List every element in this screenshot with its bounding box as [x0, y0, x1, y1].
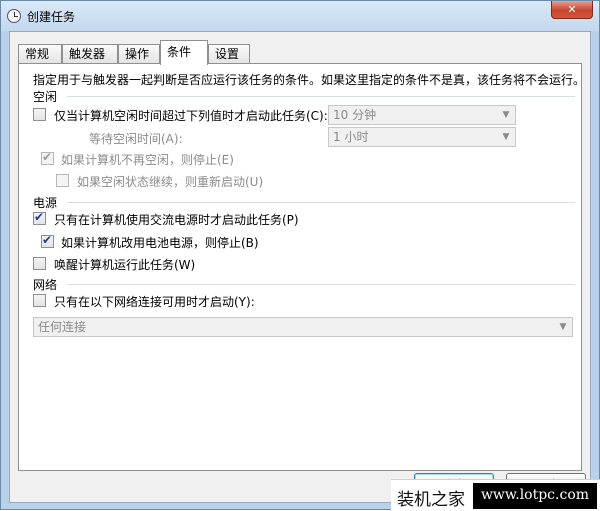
description-text: 指定用于与触发器一起判断是否应运行该任务的条件。如果这里指定的条件不是真，该任务…: [33, 73, 586, 87]
close-button[interactable]: ✕: [551, 1, 593, 19]
network-connection-select[interactable]: 任何连接 ▼: [33, 317, 573, 337]
conditions-panel: 指定用于与触发器一起判断是否应运行该任务的条件。如果这里指定的条件不是真，该任务…: [18, 63, 586, 471]
watermark: 装机之家 www.lotpc.com: [391, 479, 600, 511]
start-if-idle-checkbox[interactable]: [33, 108, 46, 121]
idle-separator: [67, 96, 575, 97]
stop-if-not-idle-checkbox[interactable]: [41, 150, 54, 165]
power-separator: [67, 202, 575, 203]
network-separator: [67, 284, 575, 285]
wait-idle-value: 1 小时: [333, 130, 369, 144]
chevron-down-icon: ▼: [502, 110, 510, 120]
tab-triggers[interactable]: 触发器: [62, 44, 118, 64]
close-icon: ✕: [567, 3, 577, 16]
network-only-checkbox[interactable]: [33, 294, 46, 307]
stop-on-battery-label[interactable]: 如果计算机改用电池电源，则停止(B): [61, 234, 259, 251]
clock-icon: [7, 9, 21, 23]
wake-to-run-label[interactable]: 唤醒计算机运行此任务(W): [54, 256, 195, 273]
window-title: 创建任务: [27, 10, 76, 24]
tab-settings[interactable]: 设置: [208, 44, 250, 64]
ac-power-only-checkbox[interactable]: [33, 210, 46, 225]
network-only-label[interactable]: 只有在以下网络连接可用时才启动(Y):: [54, 293, 255, 310]
tab-conditions[interactable]: 条件: [160, 40, 208, 65]
dialog-body: 常规 触发器 操作 条件 设置 指定用于与触发器一起判断是否应运行该任务的条件。…: [9, 31, 591, 503]
network-connection-value: 任何连接: [38, 320, 87, 334]
chevron-down-icon: ▼: [559, 322, 567, 332]
tab-general[interactable]: 常规: [18, 44, 62, 64]
stop-if-not-idle-label[interactable]: 如果计算机不再空闲，则停止(E): [61, 151, 234, 168]
create-task-window: 创建任务 ✕ 常规 触发器 操作 条件 设置 指定用于与触发器一起判断是否应运行…: [0, 0, 600, 511]
restart-if-idle-label[interactable]: 如果空闲状态继续，则重新启动(U): [77, 173, 263, 190]
wake-to-run-checkbox[interactable]: [33, 257, 46, 270]
watermark-url: www.lotpc.com: [473, 483, 597, 509]
tab-actions[interactable]: 操作: [118, 44, 160, 64]
network-header: 网络: [33, 278, 58, 292]
idle-duration-value: 10 分钟: [333, 108, 377, 122]
wait-idle-label: 等待空闲时间(A):: [89, 132, 183, 146]
idle-duration-select[interactable]: 10 分钟 ▼: [328, 105, 516, 125]
start-if-idle-label[interactable]: 仅当计算机空闲时间超过下列值时才启动此任务(C):: [54, 107, 328, 124]
power-header: 电源: [33, 196, 58, 210]
chevron-down-icon: ▼: [502, 132, 510, 142]
title-bar[interactable]: 创建任务 ✕: [1, 1, 599, 31]
ac-power-only-label[interactable]: 只有在计算机使用交流电源时才启动此任务(P): [54, 211, 299, 228]
watermark-site-name: 装机之家: [397, 490, 465, 510]
stop-on-battery-checkbox[interactable]: [41, 233, 54, 248]
restart-if-idle-checkbox[interactable]: [56, 174, 69, 187]
idle-header: 空闲: [33, 90, 58, 104]
wait-idle-select[interactable]: 1 小时 ▼: [328, 127, 516, 147]
